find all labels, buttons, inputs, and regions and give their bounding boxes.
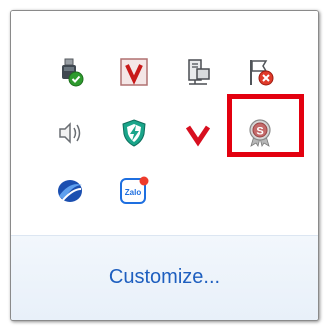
highlight-box [227, 94, 304, 157]
usb-safely-remove-icon[interactable] [53, 55, 87, 89]
red-v-icon[interactable] [181, 116, 215, 150]
flyout-footer: Customize... [11, 235, 318, 320]
screenshot-stage: S Zalo Customize... [0, 0, 331, 331]
v-antivirus-tile-icon[interactable] [117, 55, 151, 89]
blue-swirl-icon[interactable] [53, 174, 87, 208]
zalo-icon[interactable]: Zalo [117, 174, 151, 208]
notification-area-overflow-flyout: S Zalo Customize... [10, 10, 319, 321]
action-center-flag-error-icon[interactable] [243, 55, 277, 89]
network-icon[interactable] [181, 55, 215, 89]
shield-lightning-icon[interactable] [117, 116, 151, 150]
tray-icons-grid: S Zalo [11, 11, 318, 235]
speaker-volume-icon[interactable] [53, 116, 87, 150]
zalo-icon-text: Zalo [125, 188, 142, 197]
customize-link[interactable]: Customize... [11, 266, 318, 289]
